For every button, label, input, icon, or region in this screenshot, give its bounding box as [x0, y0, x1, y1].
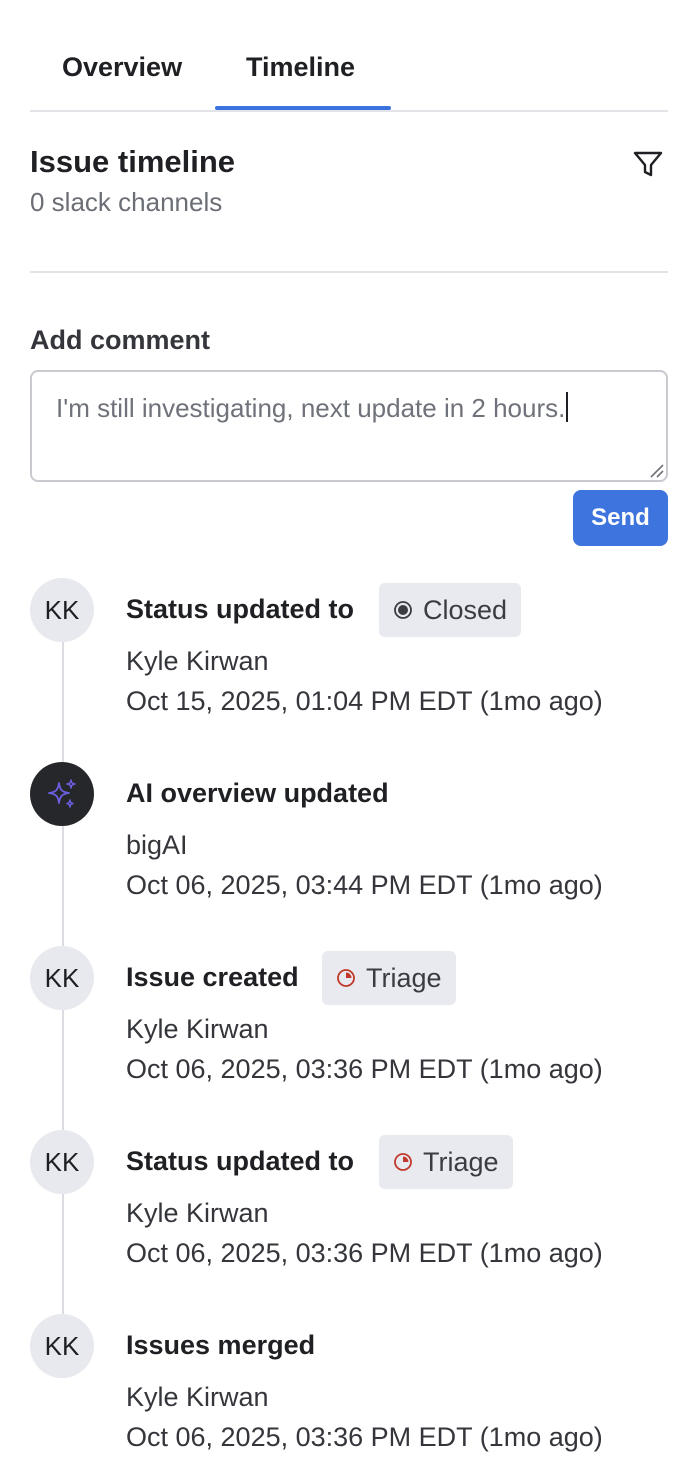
event-timestamp: Oct 06, 2025, 03:36 PM EDT (1mo ago) — [126, 1238, 603, 1268]
filter-icon — [633, 151, 663, 177]
event-title: Status updated to — [126, 594, 354, 624]
filter-button[interactable] — [630, 146, 666, 182]
status-badge: Triage — [379, 1135, 513, 1189]
event-author: Kyle Kirwan — [126, 1014, 269, 1044]
event-author: bigAI — [126, 830, 188, 860]
event-title: AI overview updated — [126, 778, 389, 808]
status-badge: Closed — [379, 583, 522, 637]
tab-timeline[interactable]: Timeline — [246, 52, 355, 83]
status-badge: Triage — [322, 951, 456, 1005]
text-caret — [566, 392, 569, 422]
avatar: KK — [30, 946, 94, 1010]
event-timestamp: Oct 06, 2025, 03:36 PM EDT (1mo ago) — [126, 1054, 603, 1084]
sparkles-icon — [48, 779, 76, 808]
event-timestamp: Oct 15, 2025, 01:04 PM EDT (1mo ago) — [126, 686, 603, 716]
send-button[interactable]: Send — [573, 490, 668, 546]
triage-status-icon — [394, 1153, 412, 1171]
event-author: Kyle Kirwan — [126, 646, 269, 676]
comment-input-value: I'm still investigating, next update in … — [56, 392, 569, 424]
add-comment-label: Add comment — [30, 325, 211, 355]
page-title: Issue timeline — [30, 144, 236, 179]
event-title: Issues merged — [126, 1330, 316, 1360]
event-author: Kyle Kirwan — [126, 1382, 269, 1412]
resize-handle-icon[interactable] — [648, 462, 664, 478]
timeline-connector — [62, 1194, 64, 1314]
timeline-connector — [62, 1010, 64, 1130]
section-divider — [30, 271, 668, 273]
event-timestamp: Oct 06, 2025, 03:44 PM EDT (1mo ago) — [126, 870, 603, 900]
status-badge-label: Closed — [423, 594, 508, 625]
event-timestamp: Oct 06, 2025, 03:36 PM EDT (1mo ago) — [126, 1422, 603, 1452]
event-author: Kyle Kirwan — [126, 1198, 269, 1228]
event-title: Status updated to — [126, 1146, 354, 1176]
closed-status-icon — [394, 601, 412, 619]
timeline-connector — [62, 826, 64, 946]
triage-status-icon — [337, 969, 355, 987]
slack-channels-count: 0 slack channels — [30, 187, 223, 217]
comment-textarea[interactable]: I'm still investigating, next update in … — [30, 370, 668, 482]
ai-avatar — [30, 762, 94, 826]
timeline-connector — [62, 642, 64, 762]
active-tab-indicator — [215, 106, 391, 110]
tab-bar: Overview Timeline — [30, 0, 668, 112]
avatar: KK — [30, 1314, 94, 1378]
event-title: Issue created — [126, 962, 299, 992]
status-badge-label: Triage — [366, 962, 442, 993]
avatar: KK — [30, 578, 94, 642]
tab-overview[interactable]: Overview — [62, 52, 182, 83]
avatar: KK — [30, 1130, 94, 1194]
status-badge-label: Triage — [423, 1146, 499, 1177]
